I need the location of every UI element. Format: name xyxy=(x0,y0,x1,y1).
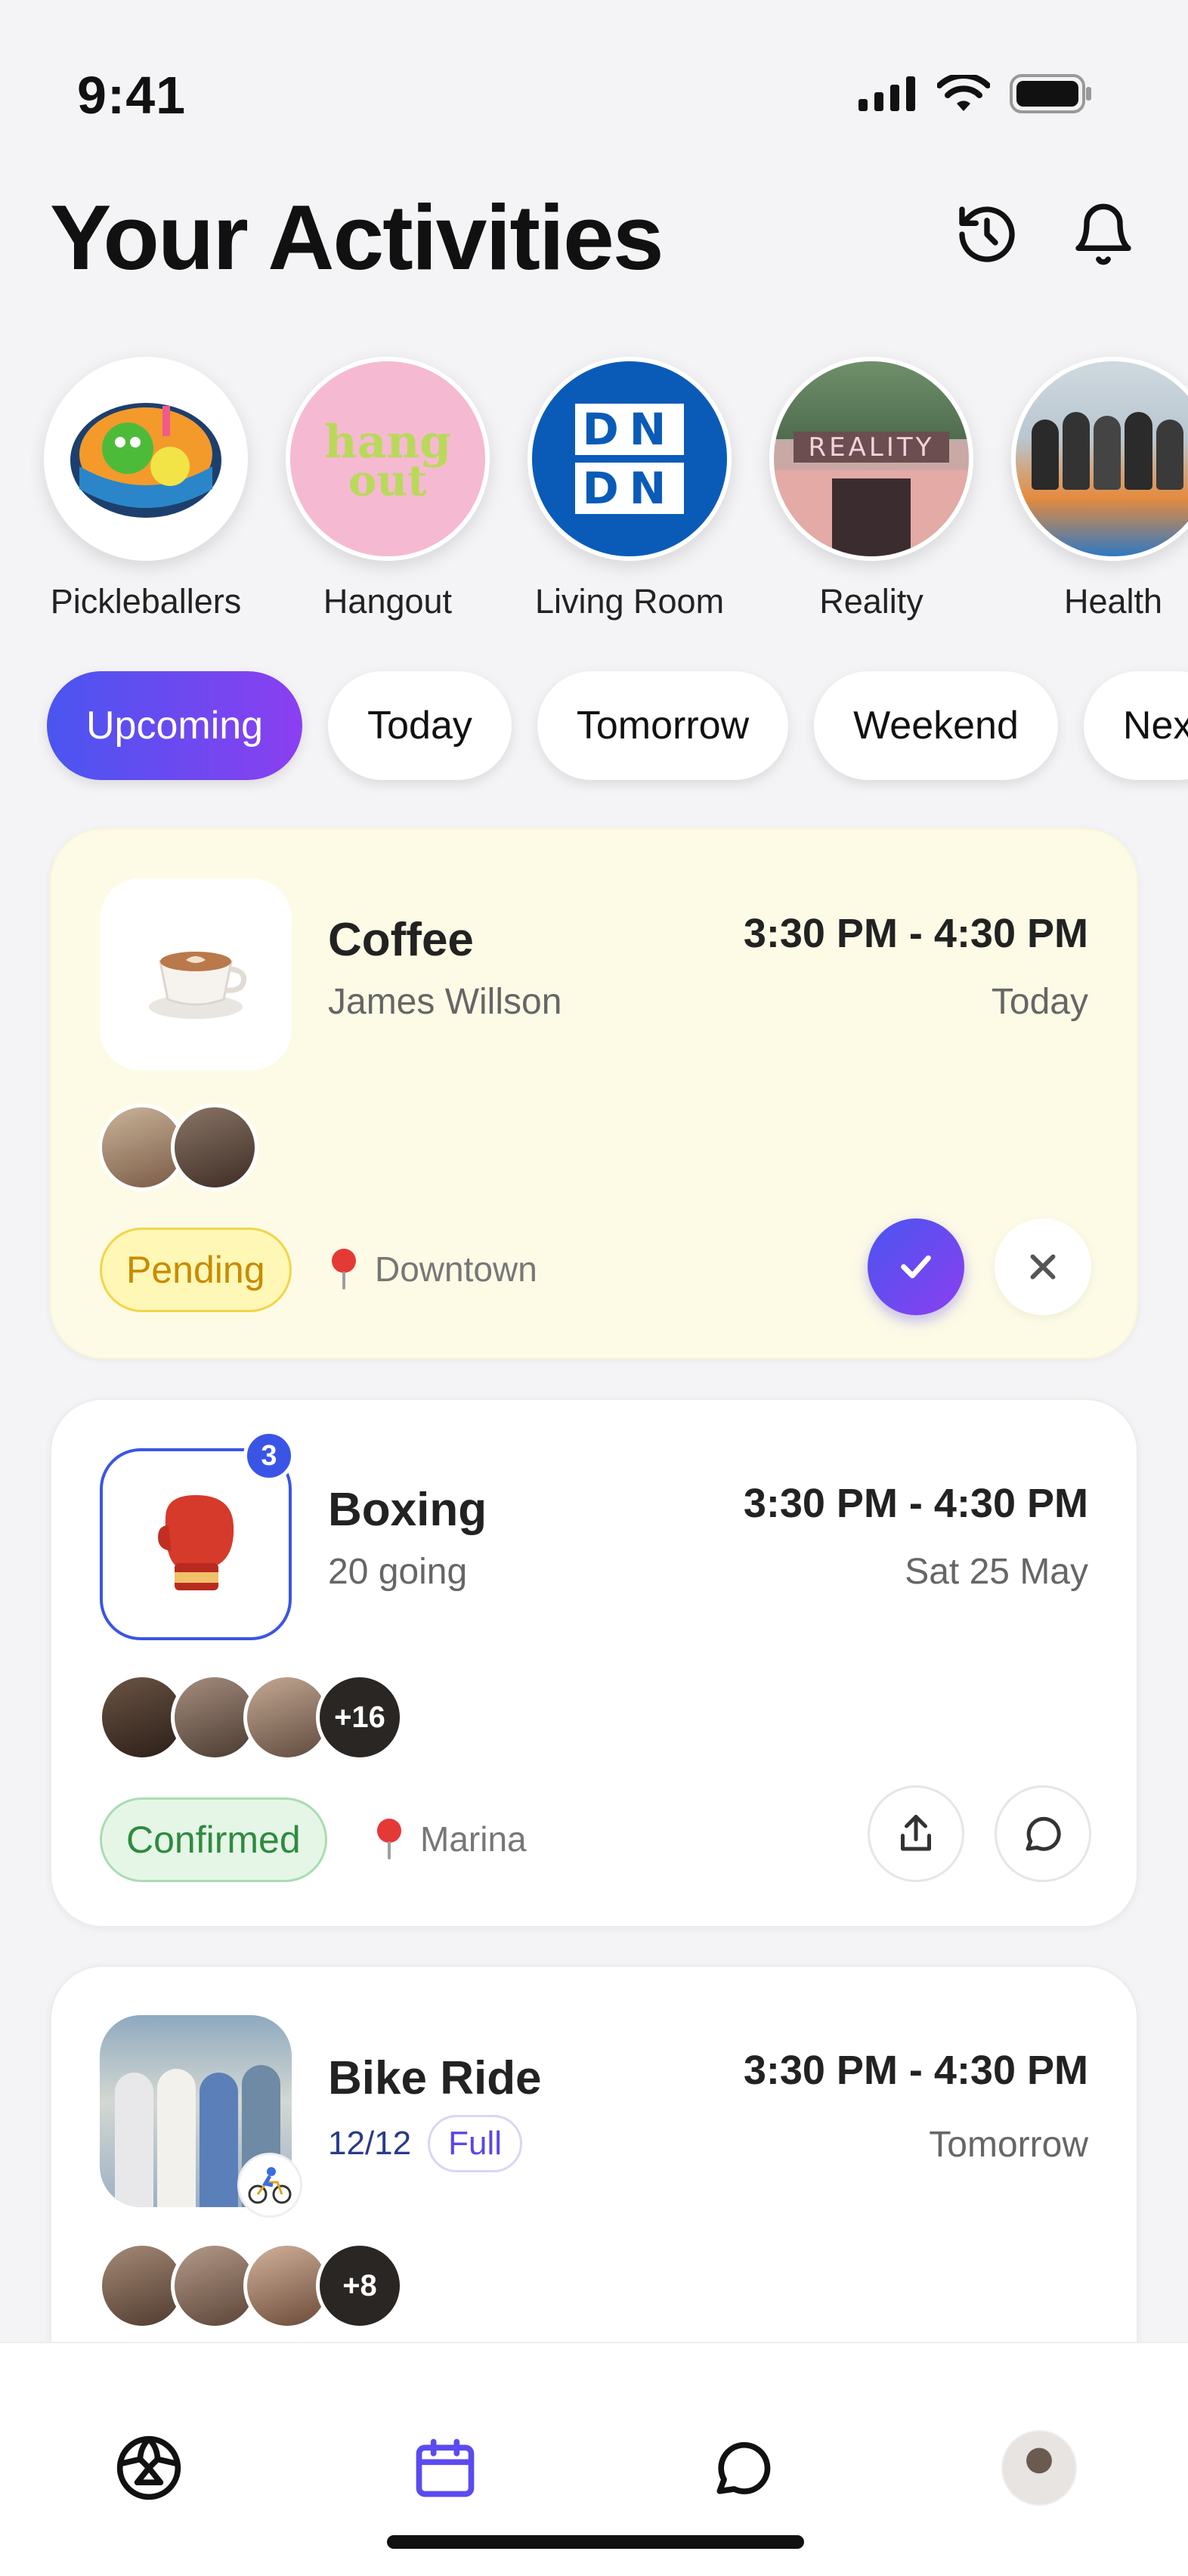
capacity-count: 12/12 xyxy=(328,2125,412,2162)
group-label: Health xyxy=(1063,582,1163,621)
explore-ball-icon xyxy=(116,2435,181,2500)
tab-calendar[interactable] xyxy=(404,2426,487,2509)
participant-avatar xyxy=(171,1104,258,1191)
logo-text: DN xyxy=(574,463,685,514)
tab-explore[interactable] xyxy=(107,2426,190,2509)
activity-title: Boxing xyxy=(328,1484,487,1536)
group-label: Hangout xyxy=(323,582,453,621)
page-title: Your Activities xyxy=(50,186,664,289)
status-icons xyxy=(859,74,1093,113)
group-label: Living Room xyxy=(534,582,725,621)
share-button[interactable] xyxy=(868,1785,964,1882)
coffee-cup-icon xyxy=(149,952,247,1019)
full-badge: Full xyxy=(428,2115,523,2172)
activity-host: James Willson xyxy=(328,982,562,1022)
close-icon xyxy=(1030,1254,1056,1280)
tab-chat[interactable] xyxy=(701,2426,784,2509)
boxing-glove-icon xyxy=(158,1495,234,1590)
pin-icon xyxy=(377,1819,401,1859)
activity-card-boxing[interactable]: 3 Boxing 20 going 3:30 PM - 4:30 PM Sat … xyxy=(50,1398,1138,1927)
pickleball-logo-icon xyxy=(70,403,221,518)
group-avatar: hang out xyxy=(286,357,490,561)
decline-button[interactable] xyxy=(995,1218,1091,1315)
more-participants-count: +8 xyxy=(316,2242,404,2330)
group-pickleballers[interactable]: Pickleballers xyxy=(44,357,248,621)
filter-weekend[interactable]: Weekend xyxy=(814,671,1058,780)
filter-chips: Upcoming Today Tomorrow Weekend Nex xyxy=(47,671,1188,780)
group-label: Pickleballers xyxy=(50,582,242,621)
group-living-room[interactable]: DN DN Living Room xyxy=(527,357,732,621)
signal-icon xyxy=(859,76,915,111)
chat-button[interactable] xyxy=(995,1785,1091,1882)
group-hangout[interactable]: hang out Hangout xyxy=(286,357,490,621)
group-avatar: REALITY xyxy=(769,357,973,561)
activity-title: Coffee xyxy=(328,914,474,966)
activity-card-coffee[interactable]: Coffee James Willson 3:30 PM - 4:30 PM T… xyxy=(50,828,1138,1359)
filter-today[interactable]: Today xyxy=(328,671,512,780)
location-label: Marina xyxy=(420,1819,527,1859)
groups-row: Pickleballers hang out Hangout DN DN Liv… xyxy=(0,357,1188,629)
chat-icon xyxy=(716,2441,771,2494)
check-icon xyxy=(901,1255,931,1279)
chat-bubble-icon xyxy=(1026,1816,1061,1851)
cyclist-badge xyxy=(237,2153,302,2218)
share-icon xyxy=(901,1815,931,1851)
more-participants-count: +16 xyxy=(316,1673,404,1761)
group-avatar xyxy=(1011,357,1188,561)
cyclist-icon xyxy=(248,2167,292,2204)
pin-icon xyxy=(332,1249,356,1290)
activity-time: 3:30 PM - 4:30 PM xyxy=(743,911,1088,956)
group-label: Reality xyxy=(819,582,923,621)
activity-time: 3:30 PM - 4:30 PM xyxy=(743,1481,1088,1526)
capacity-row: 12/12 Full xyxy=(328,2115,523,2172)
location: Downtown xyxy=(328,1247,537,1291)
history-button[interactable] xyxy=(951,198,1023,271)
activity-title: Bike Ride xyxy=(328,2052,542,2104)
unread-count-badge: 3 xyxy=(243,1430,295,1482)
participant-avatars[interactable]: +8 xyxy=(98,2242,404,2330)
activity-thumbnail xyxy=(100,2015,302,2218)
group-health[interactable]: Health xyxy=(1011,357,1188,621)
accept-button[interactable] xyxy=(868,1218,964,1315)
activity-thumbnail xyxy=(100,878,292,1070)
history-icon xyxy=(959,206,1015,262)
group-avatar xyxy=(44,357,248,561)
activity-date: Tomorrow xyxy=(929,2125,1088,2165)
location: Marina xyxy=(373,1817,527,1861)
profile-avatar xyxy=(1001,2430,1077,2506)
activity-date: Today xyxy=(991,982,1088,1022)
hangout-logo-icon: hang out xyxy=(324,416,451,506)
svg-text:out: out xyxy=(348,456,427,506)
calendar-icon xyxy=(416,2438,475,2497)
activity-going-count: 20 going xyxy=(328,1552,468,1592)
logo-text: DN xyxy=(574,404,685,455)
activity-date: Sat 25 May xyxy=(905,1552,1088,1592)
participant-avatars[interactable]: +16 xyxy=(98,1673,404,1761)
filter-tomorrow[interactable]: Tomorrow xyxy=(537,671,789,780)
group-avatar: DN DN xyxy=(527,357,732,561)
participant-avatars[interactable] xyxy=(98,1104,258,1191)
location-label: Downtown xyxy=(375,1249,537,1289)
filter-next[interactable]: Nex xyxy=(1083,671,1188,780)
activity-time: 3:30 PM - 4:30 PM xyxy=(743,2048,1088,2093)
notifications-button[interactable] xyxy=(1067,198,1140,271)
battery-icon xyxy=(1010,74,1091,113)
filter-upcoming[interactable]: Upcoming xyxy=(47,671,303,780)
tab-profile[interactable] xyxy=(998,2426,1081,2509)
status-time: 9:41 xyxy=(77,66,187,125)
reality-sign: REALITY xyxy=(793,431,950,463)
wifi-icon xyxy=(937,75,990,111)
status-badge: Pending xyxy=(100,1228,292,1312)
home-indicator xyxy=(387,2535,804,2549)
status-badge: Confirmed xyxy=(100,1797,327,1882)
activities-screen: 9:41 Your Activities Pickleballers hang … xyxy=(0,0,1188,2576)
bell-icon xyxy=(1075,203,1131,265)
group-reality[interactable]: REALITY Reality xyxy=(769,357,973,621)
